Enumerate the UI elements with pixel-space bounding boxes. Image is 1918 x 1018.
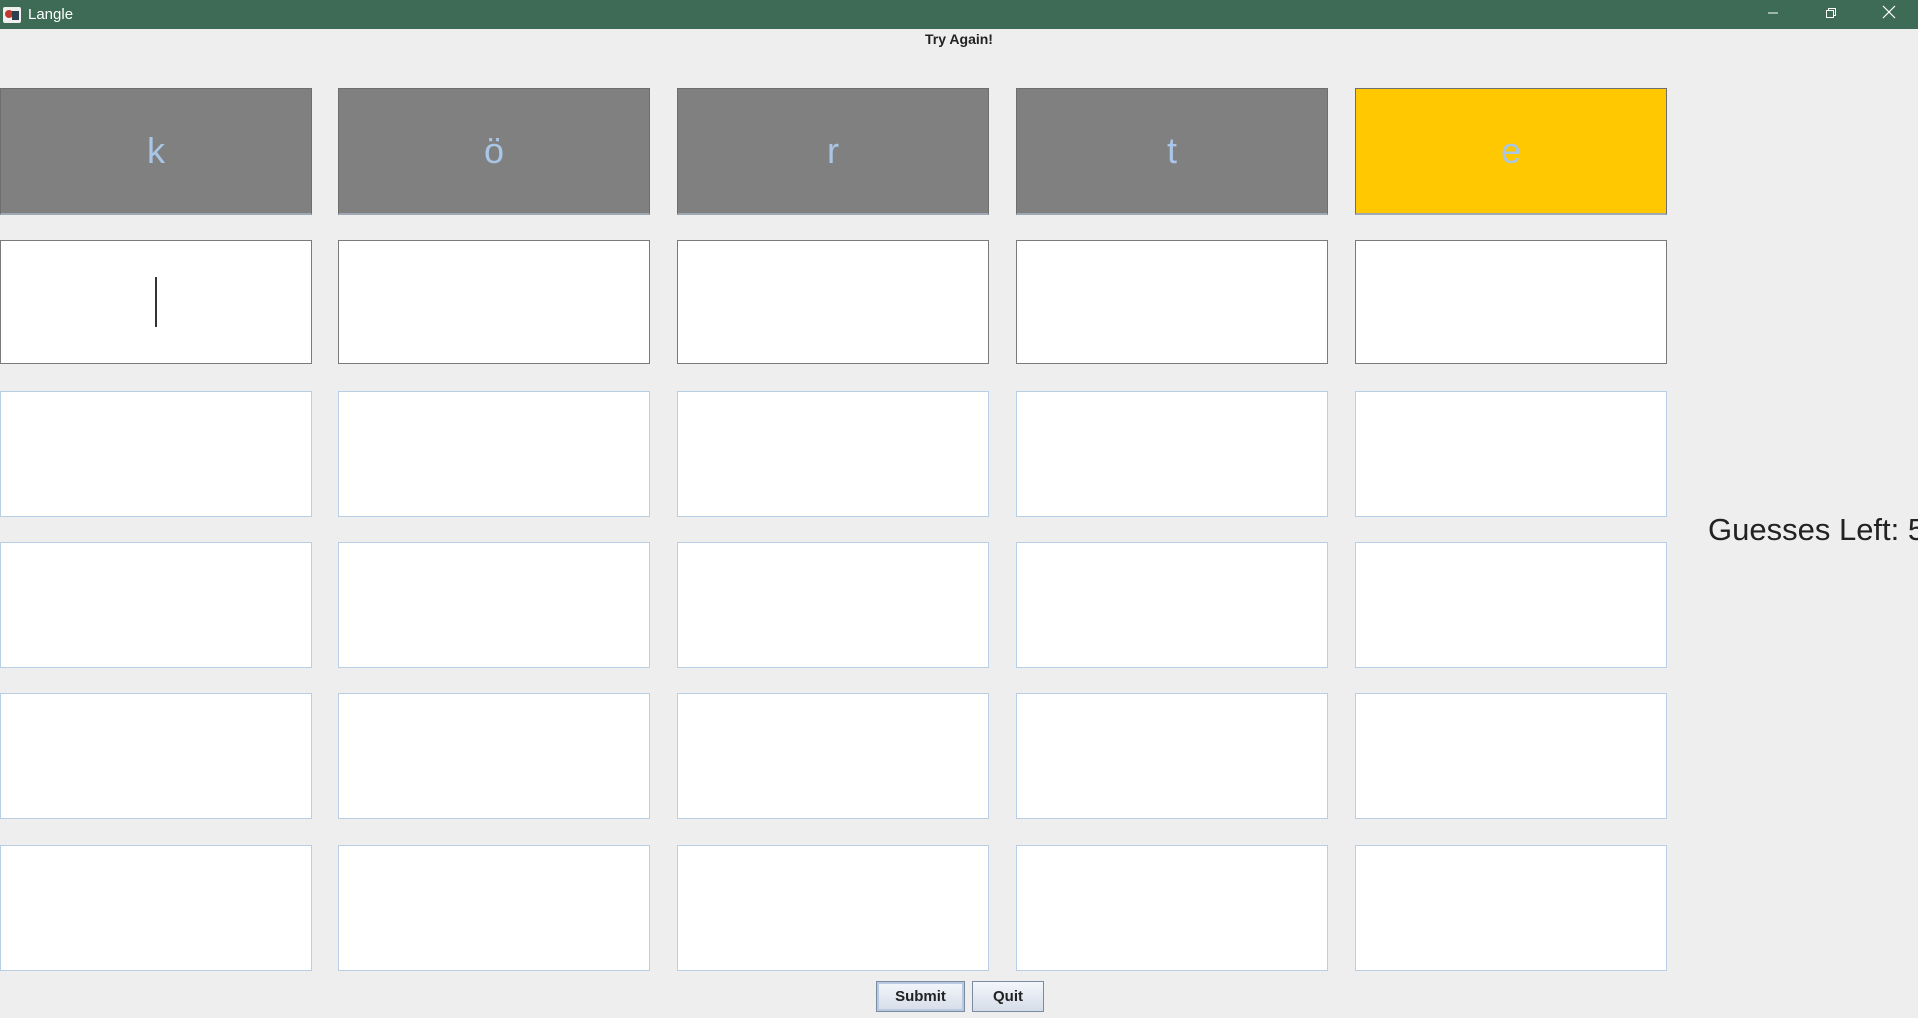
quit-button[interactable]: Quit [972, 981, 1044, 1012]
letter-input[interactable] [1355, 542, 1667, 668]
letter-input[interactable] [338, 845, 650, 971]
text-caret [155, 277, 157, 327]
letter-input[interactable] [677, 693, 989, 819]
letter-tile: r [677, 88, 989, 215]
window-title: Langle [28, 6, 74, 23]
letter-input[interactable] [1355, 391, 1667, 517]
letter-input[interactable] [1016, 845, 1328, 971]
letter-input[interactable] [338, 542, 650, 668]
letter-input[interactable] [338, 391, 650, 517]
letter-input[interactable] [677, 845, 989, 971]
letter-input[interactable] [1016, 240, 1328, 364]
letter-input[interactable] [338, 240, 650, 364]
minimize-icon [1767, 6, 1779, 24]
title-bar[interactable]: Langle [0, 0, 1918, 29]
letter-input[interactable] [0, 391, 312, 517]
close-icon [1882, 5, 1896, 24]
letter-input[interactable] [1016, 542, 1328, 668]
letter-tile: t [1016, 88, 1328, 215]
letter-input[interactable] [0, 542, 312, 668]
letter-input[interactable] [677, 391, 989, 517]
letter-tile: ö [338, 88, 650, 215]
letter-input[interactable] [1016, 693, 1328, 819]
close-button[interactable] [1860, 0, 1918, 29]
letter-input[interactable] [0, 240, 312, 364]
submit-button[interactable]: Submit [876, 981, 965, 1012]
java-app-icon [2, 5, 22, 25]
guesses-left-label: Guesses Left: 5 [1708, 512, 1918, 547]
letter-input[interactable] [1016, 391, 1328, 517]
restore-icon [1825, 6, 1837, 24]
minimize-button[interactable] [1744, 0, 1802, 29]
restore-button[interactable] [1802, 0, 1860, 29]
letter-input[interactable] [0, 845, 312, 971]
letter-input[interactable] [1355, 693, 1667, 819]
window-controls [1744, 0, 1918, 29]
letter-input[interactable] [338, 693, 650, 819]
letter-input[interactable] [677, 240, 989, 364]
letter-tile: k [0, 88, 312, 215]
letter-input[interactable] [1355, 845, 1667, 971]
letter-input[interactable] [677, 542, 989, 668]
letter-input[interactable] [1355, 240, 1667, 364]
letter-input[interactable] [0, 693, 312, 819]
status-message: Try Again! [925, 31, 993, 47]
langle-window: Langle Try Again! k ö r t e Guesses Left… [0, 0, 1918, 1018]
letter-tile: e [1355, 88, 1667, 215]
